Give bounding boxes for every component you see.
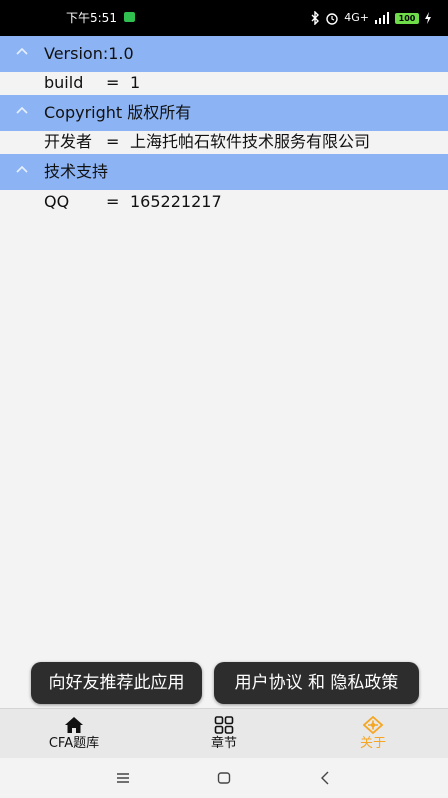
tab-chapters[interactable]: 章节 bbox=[169, 709, 279, 759]
grid-icon bbox=[214, 716, 234, 734]
section-header-support[interactable]: 技术支持 bbox=[0, 154, 448, 190]
section-title: Copyright 版权所有 bbox=[44, 103, 192, 122]
bluetooth-icon bbox=[311, 11, 320, 25]
back-icon[interactable] bbox=[316, 768, 336, 788]
row-key: build bbox=[44, 73, 84, 92]
about-icon bbox=[363, 716, 383, 734]
chevron-up-icon bbox=[16, 47, 28, 55]
section-title: 技术支持 bbox=[44, 162, 109, 181]
status-time: 下午5:51 bbox=[66, 11, 117, 25]
status-bar: 下午5:51 4G+ 100 bbox=[0, 0, 448, 36]
info-row-developer: 开发者 = 上海托帕石软件技术服务有限公司 bbox=[0, 131, 448, 153]
info-row-build: build = 1 bbox=[0, 72, 448, 94]
tab-about[interactable]: 关于 bbox=[318, 709, 428, 759]
row-equals: = bbox=[106, 132, 120, 151]
system-nav-bar bbox=[0, 758, 448, 798]
signal-icon bbox=[375, 12, 389, 24]
status-icons: 4G+ 100 bbox=[310, 8, 432, 28]
row-value: 165221217 bbox=[130, 192, 222, 211]
row-value: 1 bbox=[130, 73, 141, 92]
menu-icon[interactable] bbox=[113, 768, 133, 788]
tab-cfa-questions[interactable]: CFA题库 bbox=[19, 709, 129, 759]
section-title: Version:1.0 bbox=[44, 44, 134, 63]
row-key: 开发者 bbox=[44, 132, 93, 151]
home-icon bbox=[65, 717, 83, 733]
chevron-up-icon bbox=[16, 106, 28, 114]
agreement-privacy-button[interactable]: 用户协议 和 隐私政策 bbox=[214, 662, 419, 704]
chevron-up-icon bbox=[16, 165, 28, 173]
charging-icon bbox=[425, 12, 431, 24]
section-header-copyright[interactable]: Copyright 版权所有 bbox=[0, 95, 448, 131]
home-nav-icon[interactable] bbox=[214, 768, 234, 788]
info-row-qq: QQ = 165221217 bbox=[0, 191, 448, 213]
share-app-button[interactable]: 向好友推荐此应用 bbox=[31, 662, 202, 704]
tab-label: 关于 bbox=[359, 736, 386, 751]
row-value: 上海托帕石软件技术服务有限公司 bbox=[130, 132, 371, 151]
battery-icon: 100 bbox=[395, 12, 419, 24]
network-label: 4G+ bbox=[344, 11, 369, 24]
row-equals: = bbox=[106, 73, 120, 92]
wechat-icon bbox=[124, 12, 135, 22]
tab-label: 章节 bbox=[210, 736, 237, 751]
tab-label: CFA题库 bbox=[48, 736, 100, 751]
section-header-version[interactable]: Version:1.0 bbox=[0, 36, 448, 72]
alarm-icon bbox=[326, 13, 338, 25]
row-key: QQ bbox=[44, 192, 70, 211]
bottom-tab-bar: CFA题库 章节 关于 bbox=[0, 708, 448, 759]
row-equals: = bbox=[106, 192, 120, 211]
